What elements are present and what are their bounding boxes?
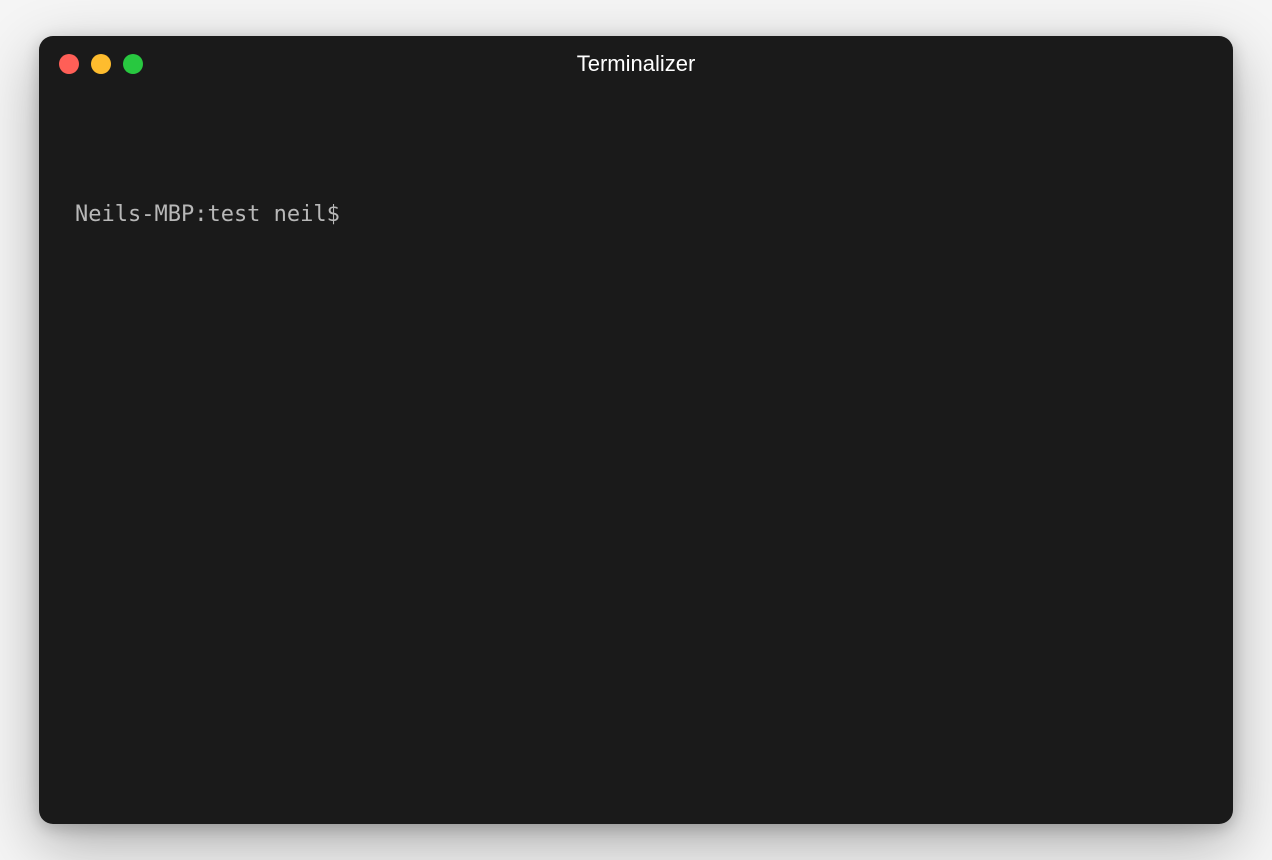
titlebar: Terminalizer	[39, 36, 1233, 92]
window-title: Terminalizer	[577, 51, 696, 77]
traffic-lights	[59, 54, 143, 74]
prompt-line: Neils-MBP:test neil$	[75, 198, 1197, 231]
maximize-icon[interactable]	[123, 54, 143, 74]
minimize-icon[interactable]	[91, 54, 111, 74]
terminal-window: Terminalizer Neils-MBP:test neil$	[39, 36, 1233, 824]
terminal-body[interactable]: Neils-MBP:test neil$	[39, 92, 1233, 824]
close-icon[interactable]	[59, 54, 79, 74]
shell-prompt: Neils-MBP:test neil$	[75, 198, 340, 231]
